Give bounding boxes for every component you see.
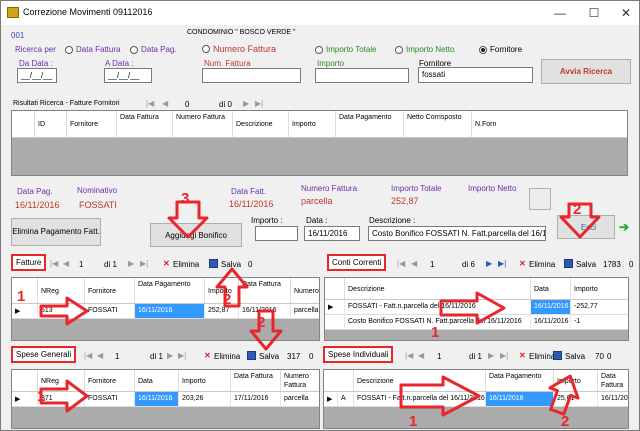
annotation-number-1: 1 <box>431 324 440 341</box>
annotation-arrow-1d <box>399 375 481 417</box>
annotation-number-2: 2 <box>223 291 232 308</box>
annotation-arrow-3 <box>167 200 209 239</box>
annotation-overlay <box>39 200 601 417</box>
annotation-arrow-1c <box>39 379 89 413</box>
application-window: Correzione Movimenti 09112016 — ☐ ✕ 001 … <box>0 0 640 431</box>
annotation-number-3: 3 <box>181 190 190 207</box>
annotation-arrow-2a <box>215 267 249 308</box>
annotation-number-2: 2 <box>257 314 266 331</box>
annotation-number-2: 2 <box>561 413 570 430</box>
annotation-arrow-2e <box>548 374 580 416</box>
annotation-number-2: 2 <box>573 201 582 218</box>
annotation-arrow-2b <box>249 309 283 351</box>
annotation-number-1: 1 <box>409 413 418 430</box>
annotation-number-1: 1 <box>37 388 46 405</box>
annotation-number-1: 1 <box>17 288 26 305</box>
annotation-arrow-1b <box>439 291 506 325</box>
annotation-arrow-1a <box>39 296 89 326</box>
